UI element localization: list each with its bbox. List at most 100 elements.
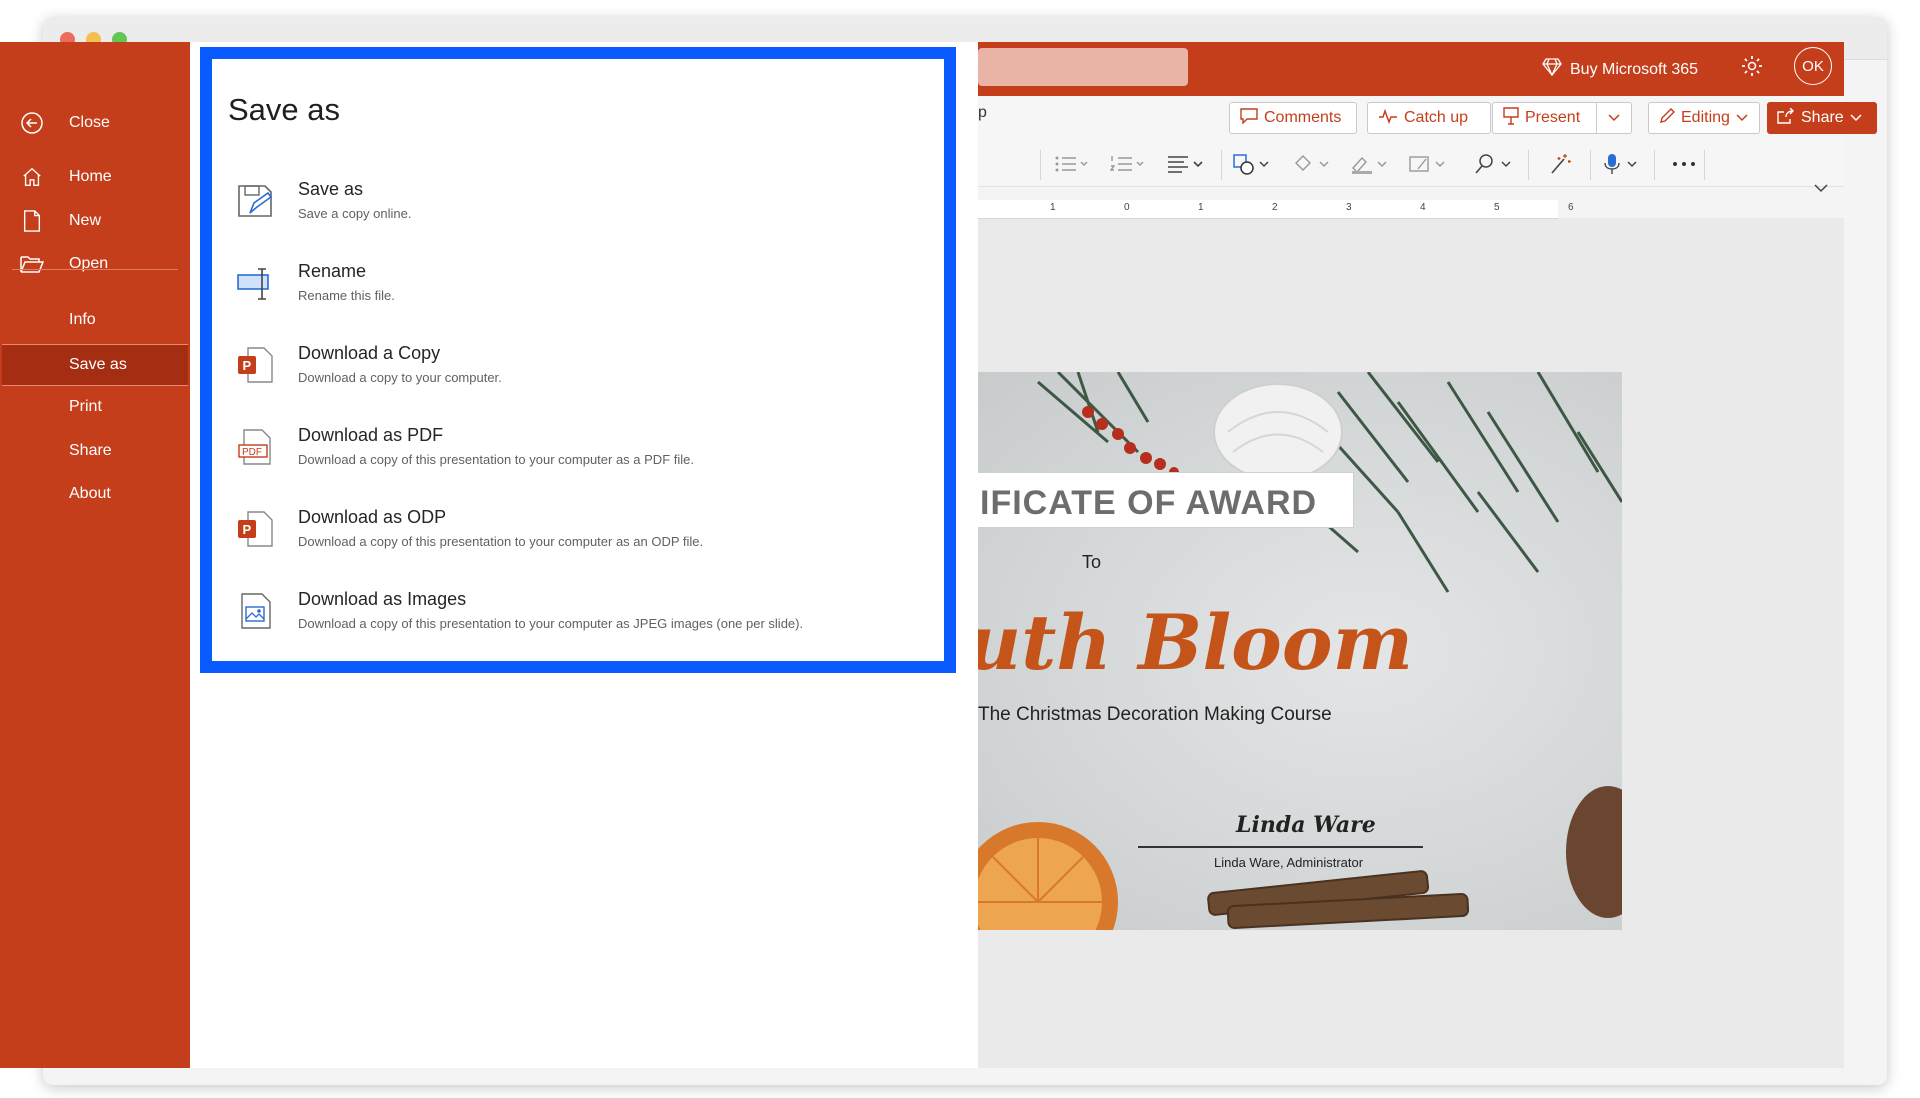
nav-open[interactable]: Open bbox=[0, 244, 190, 284]
nav-new-label: New bbox=[69, 212, 102, 229]
present-dropdown-button[interactable] bbox=[1596, 102, 1632, 134]
bullet-list-icon[interactable] bbox=[1052, 150, 1092, 178]
ruler-mark: 6 bbox=[1568, 202, 1574, 213]
powerpoint-file-icon: P bbox=[236, 345, 276, 385]
align-text-icon[interactable] bbox=[1166, 150, 1206, 178]
odp-file-icon: P bbox=[236, 509, 276, 549]
save-as-option[interactable]: Save as Save a copy online. bbox=[236, 179, 936, 239]
nav-open-label: Open bbox=[69, 255, 109, 272]
signer-name: Linda Ware, Administrator bbox=[1214, 855, 1364, 870]
download-odp-option[interactable]: P Download as ODP Download a copy of thi… bbox=[236, 507, 936, 567]
settings-gear-icon[interactable] bbox=[1740, 54, 1764, 78]
activity-icon bbox=[1378, 108, 1398, 129]
rename-option[interactable]: Rename Rename this file. bbox=[236, 261, 936, 321]
ruler-mark: 4 bbox=[1420, 202, 1426, 213]
nav-divider bbox=[12, 269, 178, 270]
slide-to-label: To bbox=[1082, 552, 1102, 572]
chevron-down-icon bbox=[1736, 109, 1748, 127]
user-avatar[interactable]: OK bbox=[1794, 47, 1832, 85]
option-title: Download as Images bbox=[298, 589, 467, 609]
pencil-icon bbox=[1659, 107, 1675, 129]
ruler-mark: 2 bbox=[1272, 202, 1278, 213]
nav-save-as[interactable]: Save as bbox=[2, 344, 188, 386]
nav-save-as-label: Save as bbox=[69, 356, 127, 373]
toolbar-divider bbox=[1528, 150, 1529, 180]
option-title: Download as PDF bbox=[298, 425, 444, 445]
ruler-mark: 0 bbox=[1124, 202, 1130, 213]
image-file-icon bbox=[236, 591, 276, 631]
toolbar-divider bbox=[1040, 150, 1041, 180]
recipient-name: uth Bloom bbox=[978, 598, 1413, 687]
ribbon-expand-chevron-icon[interactable] bbox=[1814, 180, 1830, 196]
ruler-mark: 1 bbox=[1050, 202, 1056, 213]
nav-print-label: Print bbox=[69, 398, 102, 415]
svg-text:P: P bbox=[243, 358, 252, 373]
nav-share[interactable]: Share bbox=[0, 431, 190, 471]
option-title: Save as bbox=[298, 179, 364, 199]
present-label: Present bbox=[1525, 109, 1581, 126]
ribbon-tab-fragment[interactable]: p bbox=[978, 104, 987, 122]
toolbar-divider bbox=[1221, 150, 1222, 180]
nav-about[interactable]: About bbox=[0, 474, 190, 514]
buy-label: Buy Microsoft 365 bbox=[1570, 60, 1699, 78]
option-description: Download a copy of this presentation to … bbox=[298, 616, 804, 631]
find-search-icon[interactable] bbox=[1474, 150, 1514, 178]
download-pdf-option[interactable]: PDF Download as PDF Download a copy of t… bbox=[236, 425, 936, 485]
nav-info-label: Info bbox=[69, 311, 96, 328]
backstage-nav: Close Home New Open Info Save as Print S… bbox=[0, 42, 190, 1068]
present-icon bbox=[1503, 106, 1519, 130]
catch-up-label: Catch up bbox=[1404, 109, 1469, 126]
designer-wand-icon[interactable] bbox=[1540, 150, 1580, 178]
comment-icon bbox=[1240, 107, 1258, 129]
numbered-list-icon[interactable] bbox=[1108, 150, 1148, 178]
ruler-mark: 3 bbox=[1346, 202, 1352, 213]
nav-print[interactable]: Print bbox=[0, 387, 190, 427]
nav-new[interactable]: New bbox=[0, 201, 190, 241]
download-copy-option[interactable]: P Download a Copy Download a copy to you… bbox=[236, 343, 936, 403]
signature: Linda Ware bbox=[1236, 812, 1376, 838]
chevron-down-icon bbox=[1608, 109, 1620, 127]
folder-open-icon bbox=[20, 252, 44, 276]
share-label: Share bbox=[1801, 109, 1844, 126]
editing-label: Editing bbox=[1681, 109, 1730, 126]
back-arrow-icon bbox=[20, 111, 44, 135]
line-color-icon[interactable] bbox=[1350, 150, 1390, 178]
toolbar-divider bbox=[1590, 150, 1591, 180]
svg-text:PDF: PDF bbox=[242, 447, 262, 458]
present-button[interactable]: Present bbox=[1492, 102, 1596, 134]
share-icon bbox=[1777, 107, 1795, 129]
option-title: Download a Copy bbox=[298, 343, 441, 363]
nav-close-label: Close bbox=[69, 114, 110, 131]
option-description: Rename this file. bbox=[298, 288, 395, 303]
rename-icon bbox=[236, 263, 276, 303]
ruler-mark: 5 bbox=[1494, 202, 1500, 213]
slide-thumbnail[interactable]: IFICATE OF AWARD To uth Bloom The Christ… bbox=[978, 372, 1622, 930]
search-box[interactable] bbox=[978, 48, 1188, 86]
more-options-icon[interactable] bbox=[1664, 150, 1704, 178]
editing-mode-button[interactable]: Editing bbox=[1648, 102, 1760, 134]
option-description: Download a copy of this presentation to … bbox=[298, 452, 694, 467]
nav-home[interactable]: Home bbox=[0, 157, 190, 197]
buy-microsoft-365-link[interactable]: Buy Microsoft 365 bbox=[1542, 58, 1698, 81]
diamond-icon bbox=[1542, 58, 1562, 81]
download-images-option[interactable]: Download as Images Download a copy of th… bbox=[236, 589, 936, 649]
nav-info[interactable]: Info bbox=[0, 300, 190, 340]
option-description: Download a copy to your computer. bbox=[298, 370, 502, 385]
comments-button[interactable]: Comments bbox=[1229, 102, 1357, 134]
home-icon bbox=[20, 165, 44, 189]
dictate-microphone-icon[interactable] bbox=[1602, 150, 1642, 178]
catch-up-button[interactable]: Catch up bbox=[1367, 102, 1491, 134]
chevron-down-icon bbox=[1850, 109, 1862, 127]
save-copy-icon bbox=[236, 181, 276, 221]
shapes-icon[interactable] bbox=[1232, 150, 1272, 178]
option-description: Save a copy online. bbox=[298, 206, 412, 221]
fill-bucket-icon[interactable] bbox=[1292, 150, 1332, 178]
signature-line bbox=[1138, 846, 1423, 848]
share-button[interactable]: Share bbox=[1767, 102, 1877, 134]
comments-label: Comments bbox=[1264, 109, 1342, 126]
shape-outline-icon[interactable] bbox=[1408, 150, 1448, 178]
toolbar-divider bbox=[1654, 150, 1655, 180]
option-description: Download a copy of this presentation to … bbox=[298, 534, 704, 549]
horizontal-ruler: 1 0 1 2 3 4 5 6 bbox=[978, 200, 1574, 219]
nav-close[interactable]: Close bbox=[0, 103, 190, 143]
